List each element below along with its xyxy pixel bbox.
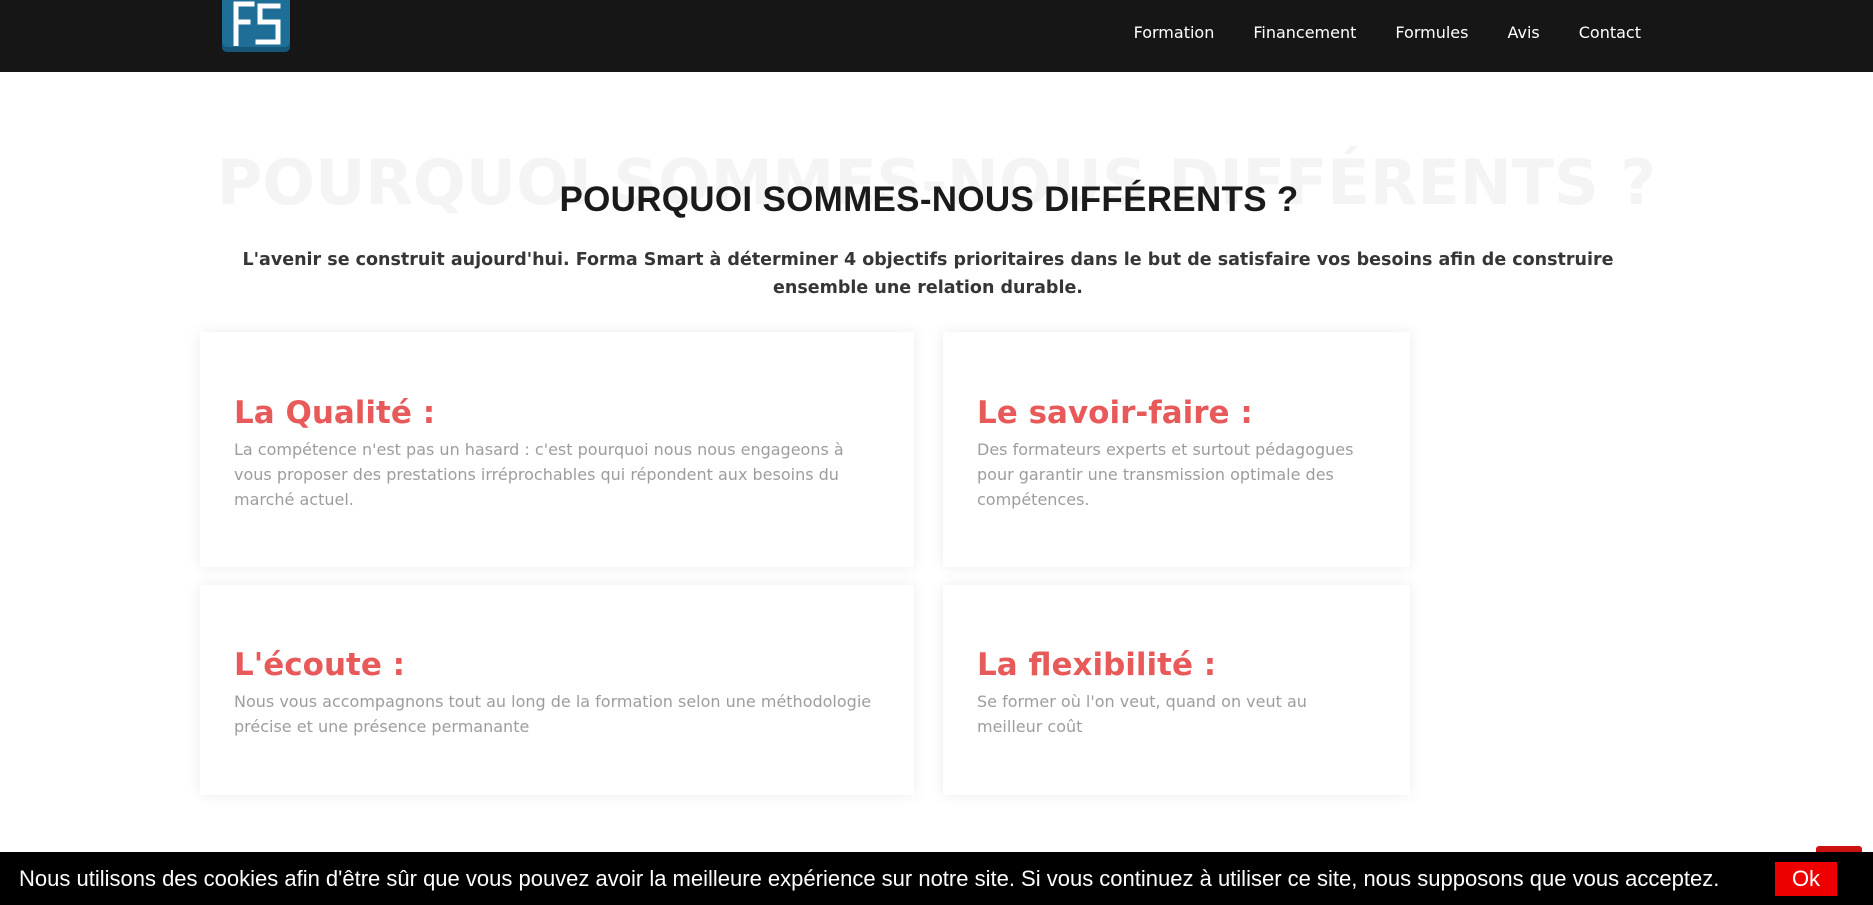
section-intro: L'avenir se construit aujourd'hui. Forma…: [242, 250, 1614, 298]
card-text: Des formateurs experts et surtout pédago…: [977, 440, 1354, 509]
card-text: Se former où l'on veut, quand on veut au…: [977, 692, 1307, 736]
card-flexibilite: La flexibilité : Se former où l'on veut,…: [943, 585, 1410, 795]
card-text: La compétence n'est pas un hasard : c'es…: [234, 440, 844, 509]
nav-avis[interactable]: Avis: [1507, 23, 1539, 42]
card-text: Nous vous accompagnons tout au long de l…: [234, 692, 872, 736]
section-title: POURQUOI SOMMES-NOUS DIFFÉRENTS ?: [559, 180, 1299, 219]
nav-financement[interactable]: Financement: [1253, 23, 1356, 42]
fs-logo-icon: [233, 1, 281, 46]
forma-smart-logo[interactable]: [222, 0, 290, 52]
nav-contact[interactable]: Contact: [1579, 23, 1641, 42]
main-nav: Formation Financement Formules Avis Cont…: [1134, 0, 1641, 64]
card-quality: La Qualité : La compétence n'est pas un …: [200, 332, 914, 567]
card-title: La flexibilité :: [977, 647, 1217, 683]
cookie-banner: Nous utilisons des cookies afin d'être s…: [0, 852, 1873, 905]
nav-formules[interactable]: Formules: [1395, 23, 1468, 42]
cookie-message: Nous utilisons des cookies afin d'être s…: [19, 866, 1720, 891]
card-savoir-faire: Le savoir-faire : Des formateurs experts…: [943, 332, 1410, 567]
card-ecoute: L'écoute : Nous vous accompagnons tout a…: [200, 585, 914, 795]
top-navbar: Formation Financement Formules Avis Cont…: [0, 0, 1873, 72]
card-title: Le savoir-faire :: [977, 395, 1253, 431]
nav-formation[interactable]: Formation: [1134, 23, 1215, 42]
card-title: La Qualité :: [234, 395, 436, 431]
card-title: L'écoute :: [234, 647, 406, 683]
cookie-ok-button[interactable]: Ok: [1775, 862, 1837, 896]
